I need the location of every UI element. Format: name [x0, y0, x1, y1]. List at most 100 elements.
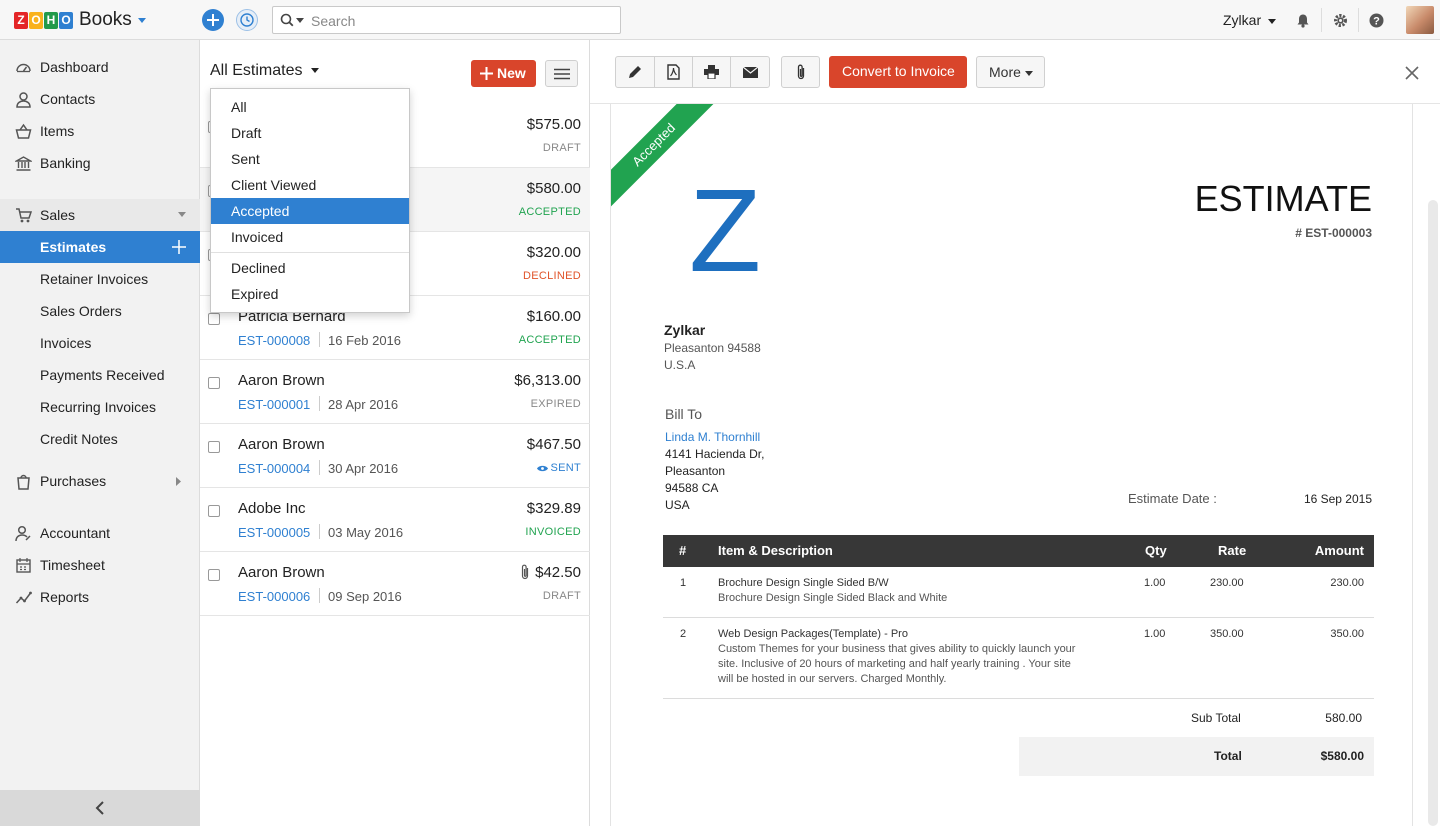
view-selector[interactable]: All Estimates — [210, 62, 319, 80]
sidebar-item-label: Sales — [40, 207, 76, 223]
row-checkbox[interactable] — [208, 377, 220, 389]
search-input[interactable]: Search — [311, 13, 355, 29]
filter-option-label: All — [231, 99, 247, 115]
bill-to-label: Bill To — [665, 406, 703, 422]
bell-icon[interactable] — [1296, 13, 1310, 28]
filter-option-draft[interactable]: Draft — [211, 120, 409, 146]
sidebar-item-dashboard[interactable]: Dashboard — [0, 51, 200, 83]
col-item: Item & Description — [718, 543, 833, 558]
sidebar-item-items[interactable]: Items — [0, 115, 200, 147]
sidebar: Dashboard Contacts Items Banking Sales E… — [0, 40, 200, 826]
filter-option-all[interactable]: All — [211, 94, 409, 120]
email-button[interactable] — [730, 56, 770, 88]
sidebar-item-purchases[interactable]: Purchases — [0, 465, 200, 497]
search-scope-chevron-icon[interactable] — [296, 18, 304, 23]
top-bar: Z O H O Books Search Zylkar ? — [0, 0, 1440, 40]
total-value: $580.00 — [1320, 749, 1364, 763]
item-qty: 1.00 — [1144, 577, 1166, 589]
row-estimate-number[interactable]: EST-000001 — [238, 397, 310, 412]
logo-letter: Z — [14, 11, 28, 29]
reports-icon — [15, 591, 32, 604]
sidebar-item-banking[interactable]: Banking — [0, 147, 200, 179]
filter-option-sent[interactable]: Sent — [211, 146, 409, 172]
sidebar-item-invoices[interactable]: Invoices — [0, 327, 200, 359]
divider — [319, 524, 320, 539]
row-checkbox[interactable] — [208, 441, 220, 453]
chevron-right-icon — [176, 477, 181, 486]
bill-to-address-line: 4141 Hacienda Dr, — [665, 447, 765, 461]
sidebar-item-label: Items — [40, 123, 75, 139]
attachment-icon — [521, 564, 529, 580]
customer-link[interactable]: Linda M. Thornhill — [665, 430, 760, 444]
chevron-down-icon — [178, 212, 186, 217]
estimate-row[interactable]: Aaron Brown $6,313.00 EST-000001 28 Apr … — [200, 360, 590, 424]
convert-to-invoice-button[interactable]: Convert to Invoice — [829, 56, 967, 88]
more-actions-button[interactable]: More — [976, 56, 1045, 88]
chevron-down-icon — [1268, 18, 1277, 24]
filter-option-label: Accepted — [231, 203, 290, 219]
sidebar-item-accountant[interactable]: Accountant — [0, 517, 200, 549]
accountant-icon — [15, 525, 31, 542]
sidebar-item-payments-received[interactable]: Payments Received — [0, 359, 200, 391]
estimate-row[interactable]: Aaron Brown $42.50 EST-000006 09 Sep 201… — [200, 552, 590, 616]
org-switcher[interactable]: Zylkar — [1223, 12, 1277, 28]
filter-option-client-viewed[interactable]: Client Viewed — [211, 172, 409, 198]
avatar[interactable] — [1406, 6, 1434, 34]
filter-option-declined[interactable]: Declined — [211, 255, 409, 281]
estimate-date-value: 16 Sep 2015 — [1303, 492, 1372, 506]
new-estimate-button[interactable]: New — [471, 60, 536, 87]
sidebar-item-label: Purchases — [40, 473, 107, 489]
divider — [319, 460, 320, 475]
total-row: Total $580.00 — [1019, 737, 1374, 776]
estimate-row[interactable]: Adobe Inc $329.89 EST-000005 03 May 2016… — [200, 488, 590, 552]
sidebar-item-contacts[interactable]: Contacts — [0, 83, 200, 115]
sidebar-item-label: Accountant — [40, 525, 111, 541]
sidebar-item-label: Dashboard — [40, 59, 109, 75]
sidebar-item-credit-notes[interactable]: Credit Notes — [0, 423, 200, 455]
recent-activity-button[interactable] — [236, 9, 258, 31]
sidebar-item-estimates[interactable]: Estimates — [0, 231, 200, 263]
filter-option-expired[interactable]: Expired — [211, 281, 409, 307]
sidebar-item-label: Banking — [40, 155, 91, 171]
row-amount: $320.00 — [526, 244, 581, 261]
help-icon[interactable]: ? — [1369, 13, 1384, 28]
estimate-row[interactable]: Aaron Brown $467.50 EST-000004 30 Apr 20… — [200, 424, 590, 488]
row-estimate-number[interactable]: EST-000004 — [238, 461, 310, 476]
row-estimate-number[interactable]: EST-000005 — [238, 525, 310, 540]
bill-to-address-line: Pleasanton — [665, 464, 726, 478]
table-row: 1 Brochure Design Single Sided B/W Broch… — [663, 567, 1374, 618]
plus-icon[interactable] — [172, 240, 186, 254]
divider — [211, 252, 409, 253]
edit-button[interactable] — [615, 56, 655, 88]
sidebar-item-recurring-invoices[interactable]: Recurring Invoices — [0, 391, 200, 423]
quick-create-button[interactable] — [202, 9, 224, 31]
collapse-sidebar-button[interactable] — [0, 790, 200, 826]
row-checkbox[interactable] — [208, 505, 220, 517]
filter-option-label: Declined — [231, 260, 286, 276]
sidebar-item-timesheet[interactable]: Timesheet — [0, 549, 200, 581]
pencil-icon — [629, 66, 641, 78]
print-button[interactable] — [692, 56, 731, 88]
gear-icon[interactable] — [1333, 13, 1348, 28]
filter-option-invoiced[interactable]: Invoiced — [211, 224, 409, 250]
attach-button[interactable] — [781, 56, 820, 88]
scrollbar[interactable] — [1428, 200, 1438, 826]
zoho-books-logo[interactable]: Z O H O Books — [14, 9, 146, 31]
sidebar-item-sales-orders[interactable]: Sales Orders — [0, 295, 200, 327]
sidebar-item-sales[interactable]: Sales — [0, 199, 200, 231]
list-options-button[interactable] — [545, 60, 578, 87]
close-icon[interactable] — [1405, 66, 1419, 80]
row-checkbox[interactable] — [208, 313, 220, 325]
row-customer: Aaron Brown — [238, 372, 325, 389]
sidebar-item-reports[interactable]: Reports — [0, 581, 200, 613]
filter-option-accepted[interactable]: Accepted — [211, 198, 409, 224]
row-checkbox[interactable] — [208, 569, 220, 581]
row-estimate-number[interactable]: EST-000008 — [238, 333, 310, 348]
search-box[interactable]: Search — [272, 6, 621, 34]
pdf-button[interactable] — [654, 56, 693, 88]
row-estimate-number[interactable]: EST-000006 — [238, 589, 310, 604]
row-amount: $6,313.00 — [514, 372, 581, 389]
sidebar-item-retainer-invoices[interactable]: Retainer Invoices — [0, 263, 200, 295]
col-rate: Rate — [1218, 543, 1247, 558]
history-icon — [240, 13, 254, 27]
